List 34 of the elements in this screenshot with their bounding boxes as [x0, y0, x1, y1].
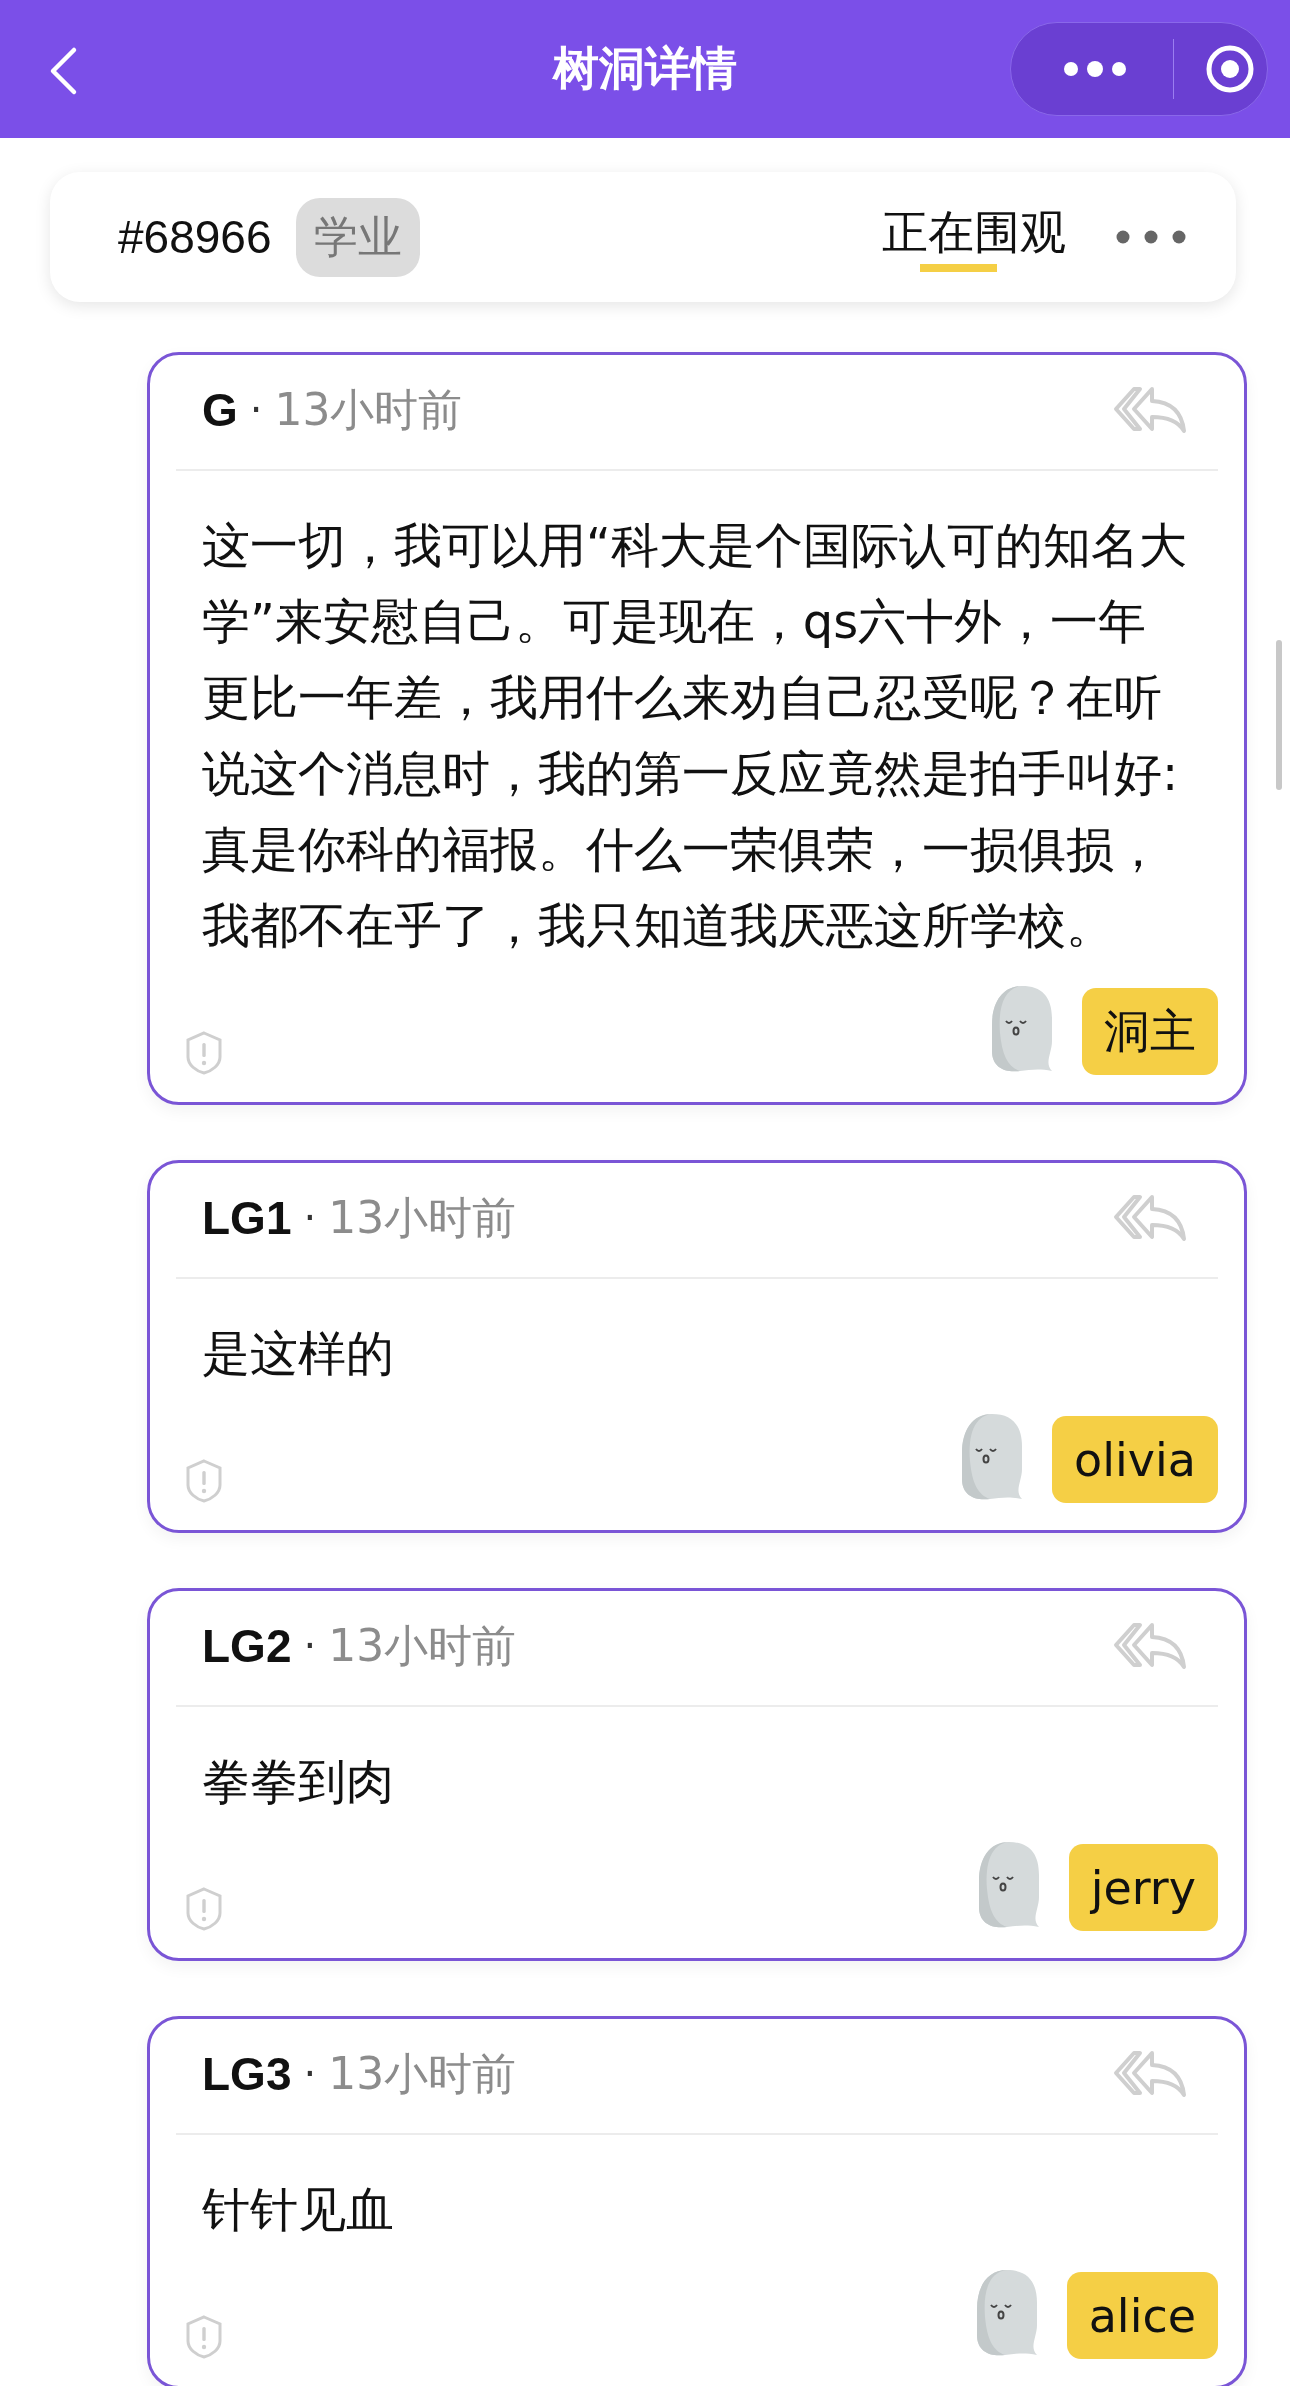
back-icon[interactable] — [48, 46, 78, 96]
reply-icon[interactable] — [1112, 385, 1188, 435]
more-icon[interactable] — [1063, 61, 1127, 77]
user-badge: 洞主 — [1082, 988, 1218, 1075]
report-icon[interactable] — [186, 1031, 222, 1075]
report-icon[interactable] — [186, 2315, 222, 2359]
separator-dot: · — [303, 1623, 317, 1669]
separator-dot: · — [303, 2051, 317, 2097]
comment-text: 是这样的 — [202, 1324, 395, 1383]
separator-dot: · — [303, 1195, 317, 1241]
separator-dot: · — [249, 387, 263, 433]
report-icon[interactable] — [186, 1459, 222, 1503]
post-id: #68966 — [118, 210, 272, 264]
author-name: LG3 — [202, 2047, 292, 2101]
author-name: LG1 — [202, 1191, 292, 1245]
user-badge: jerry — [1068, 1844, 1218, 1931]
category-tag: 学业 — [295, 197, 420, 277]
user-badge: olivia — [1052, 1416, 1218, 1503]
more-icon[interactable] — [1116, 230, 1186, 244]
timestamp: 13小时前 — [328, 1190, 517, 1245]
page-title: 树洞详情 — [553, 40, 737, 97]
author-name: LG2 — [202, 1619, 292, 1673]
user-badge: alice — [1066, 2272, 1218, 2359]
report-icon[interactable] — [186, 1887, 222, 1931]
reply-icon[interactable] — [1112, 1193, 1188, 1243]
timestamp: 13小时前 — [328, 1618, 517, 1673]
comment-text: 拳拳到肉 — [202, 1752, 395, 1811]
timestamp: 13小时前 — [274, 382, 463, 437]
comment-text: 针针见血 — [202, 2180, 395, 2239]
reply-icon[interactable] — [1112, 1621, 1188, 1671]
comment-text: 这一切，我可以用“科大是个国际认可的知名大学”来安慰自己。可是现在，qs六十外，一年更比一年差，我用什么来劝自己忍受呢？在听说这个消息时，我的第一反应竟然是拍手叫好:真是你科的福报。什么一荣俱荣，一损俱损，我都不在乎了，我只知道我厌恶这所学校。 — [202, 516, 1188, 955]
reply-icon[interactable] — [1112, 2049, 1188, 2099]
timestamp: 13小时前 — [328, 2046, 517, 2101]
author-name: G — [202, 383, 238, 437]
